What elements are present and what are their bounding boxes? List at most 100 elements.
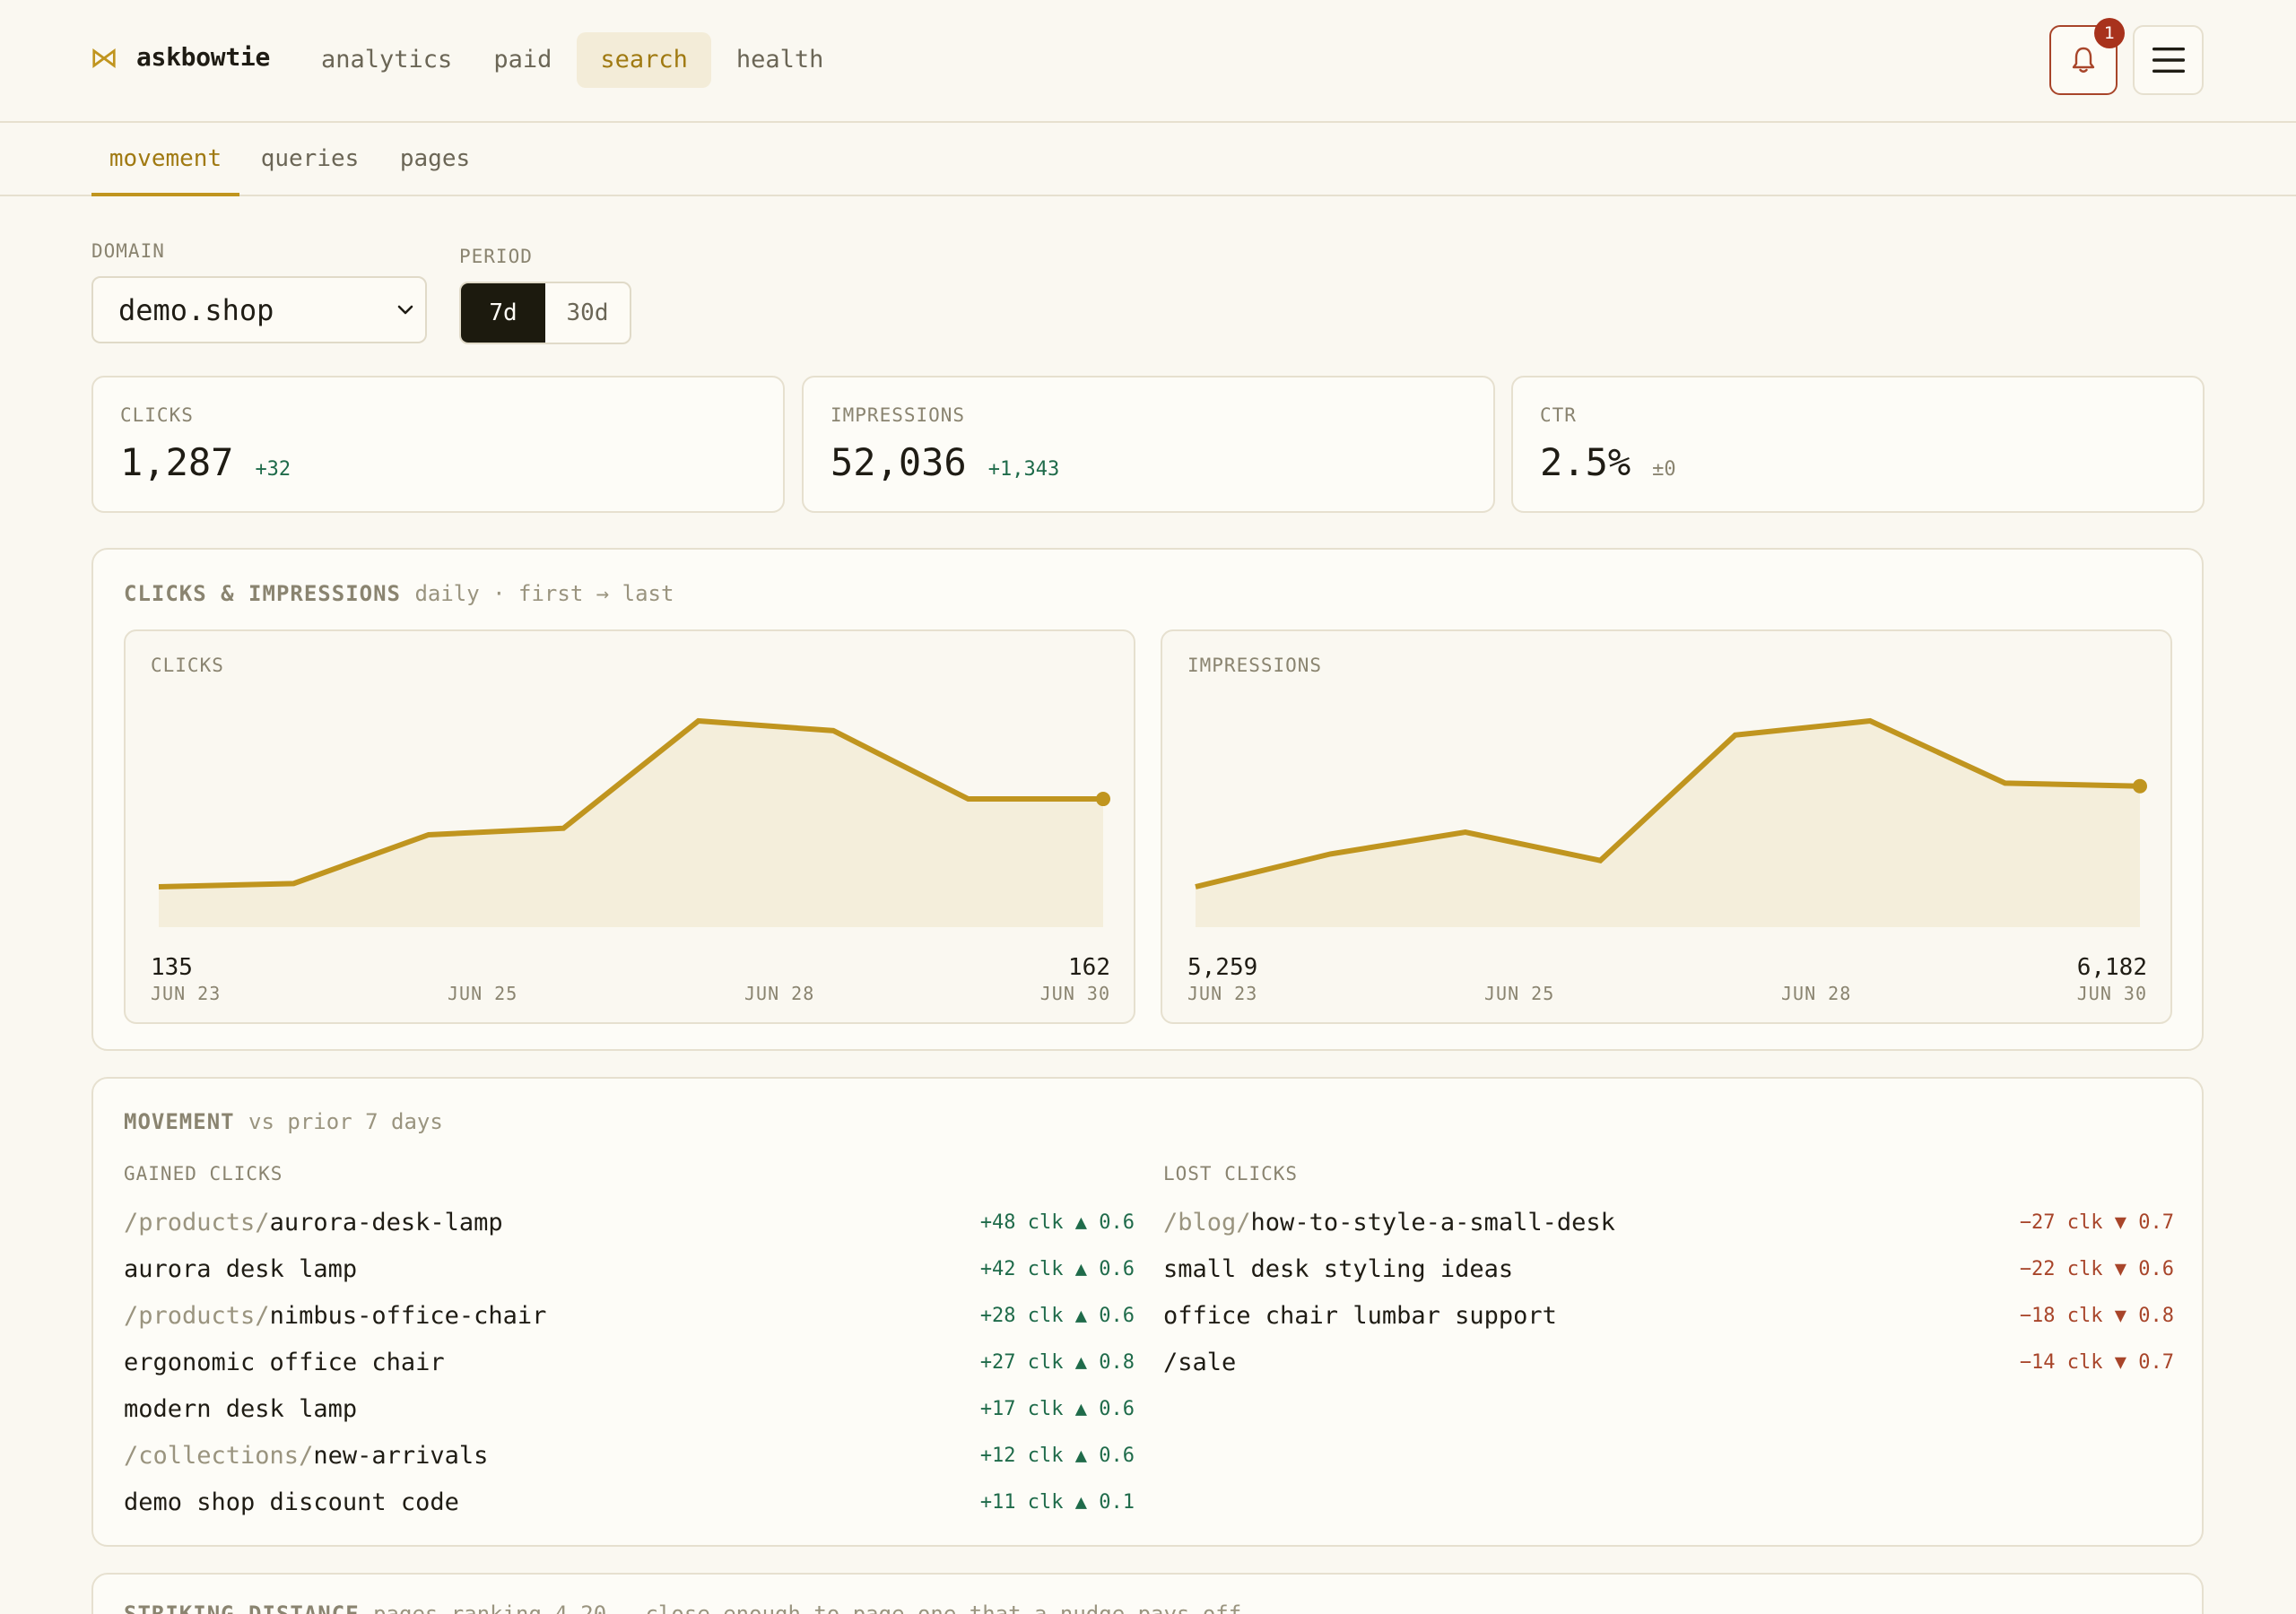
top-bar: ⋈ askbowtie analytics paid search health… xyxy=(0,0,2296,123)
kpi-label: CTR xyxy=(1540,404,1577,426)
notification-count-badge: 1 xyxy=(2094,18,2125,48)
panel-subtitle: daily · first → last xyxy=(414,581,674,606)
app-logo[interactable]: ⋈ askbowtie xyxy=(90,42,270,72)
first-value: 5,259 xyxy=(1187,954,1258,981)
movement-row[interactable]: modern desk lamp +17 clk ▲ 0.6 xyxy=(124,1385,1135,1432)
movement-row[interactable]: aurora desk lamp +42 clk ▲ 0.6 xyxy=(124,1245,1135,1292)
tab-movement[interactable]: movement xyxy=(91,125,239,196)
movement-panel-title: MOVEMENT vs prior 7 days xyxy=(124,1109,443,1134)
x-tick-label: JUN 28 xyxy=(1781,983,1852,1004)
period-label: PERIOD xyxy=(459,246,533,267)
row-name: new-arrivals xyxy=(313,1441,489,1470)
row-stat: +27 clk ▲ 0.8 xyxy=(979,1350,1135,1374)
clicks-chart: CLICKS 135 162 JUN 23 JUN 25 JUN 28 JUN … xyxy=(124,629,1135,1024)
row-stat: +28 clk ▲ 0.6 xyxy=(979,1304,1135,1327)
kpi-value: 1,287 xyxy=(120,440,234,484)
last-value: 6,182 xyxy=(2076,954,2147,981)
panel-title: STRIKING DISTANCE xyxy=(124,1601,360,1614)
row-name: modern desk lamp xyxy=(124,1394,358,1423)
panel-subtitle: pages ranking 4–20 — close enough to pag… xyxy=(373,1601,1242,1614)
sub-tabs: movement queries pages xyxy=(0,125,2296,196)
kpi-delta: ±0 xyxy=(1652,458,1676,481)
movement-row-label: aurora desk lamp xyxy=(124,1255,357,1283)
row-stat: +48 clk ▲ 0.6 xyxy=(979,1210,1135,1234)
tab-queries[interactable]: queries xyxy=(254,125,366,196)
movement-row[interactable]: small desk styling ideas −22 clk ▼ 0.6 xyxy=(1163,1245,2174,1292)
row-stat: +17 clk ▲ 0.6 xyxy=(979,1397,1135,1420)
movement-row[interactable]: /collections/new-arrivals +12 clk ▲ 0.6 xyxy=(124,1432,1135,1479)
area-fill xyxy=(159,721,1103,927)
x-tick-label: JUN 30 xyxy=(1039,983,1110,1004)
row-stat: +42 clk ▲ 0.6 xyxy=(979,1257,1135,1280)
kpi-card-clicks: CLICKS 1,287 +32 xyxy=(91,376,785,513)
menu-button[interactable] xyxy=(2133,25,2204,95)
bell-icon xyxy=(2072,47,2095,73)
movement-row[interactable]: /blog/how-to-style-a-small-desk −27 clk ▼… xyxy=(1163,1199,2174,1245)
last-value: 162 xyxy=(1068,954,1110,981)
kpi-label: IMPRESSIONS xyxy=(831,404,966,426)
movement-row-label: small desk styling ideas xyxy=(1163,1255,1513,1283)
chevron-down-icon xyxy=(397,305,413,314)
nav-item-paid[interactable]: paid xyxy=(477,32,568,88)
kpi-delta: +32 xyxy=(255,458,291,481)
kpi-delta: +1,343 xyxy=(987,458,1060,481)
movement-row-label: /collections/new-arrivals xyxy=(124,1442,488,1470)
movement-panel: MOVEMENT vs prior 7 days GAINED CLICKS L… xyxy=(91,1077,2204,1547)
row-stat: −22 clk ▼ 0.6 xyxy=(2019,1257,2174,1280)
movement-row[interactable]: office chair lumbar support −18 clk ▼ 0.8 xyxy=(1163,1292,2174,1339)
trend-panel: CLICKS & IMPRESSIONS daily · first → las… xyxy=(91,548,2204,1051)
trend-panel-title: CLICKS & IMPRESSIONS daily · first → las… xyxy=(124,581,674,606)
row-stat: −27 clk ▼ 0.7 xyxy=(2019,1210,2174,1234)
movement-row[interactable]: ergonomic office chair +27 clk ▲ 0.8 xyxy=(124,1339,1135,1385)
row-name: aurora-desk-lamp xyxy=(269,1208,503,1237)
kpi-value: 2.5% xyxy=(1540,440,1631,484)
movement-row[interactable]: /sale −14 clk ▼ 0.7 xyxy=(1163,1339,2174,1385)
row-stat: +11 clk ▲ 0.1 xyxy=(979,1490,1135,1514)
movement-row-label: demo shop discount code xyxy=(124,1488,459,1516)
path-prefix: /blog/ xyxy=(1163,1208,1251,1237)
x-tick-label: JUN 25 xyxy=(448,983,518,1004)
clicks-chart-plot xyxy=(158,717,1110,927)
period-30d-button[interactable]: 30d xyxy=(545,283,630,343)
last-point-marker xyxy=(2133,778,2147,794)
domain-selected-value: demo.shop xyxy=(118,292,274,327)
movement-row-label: /products/nimbus-office-chair xyxy=(124,1302,546,1330)
row-name: nimbus-office-chair xyxy=(269,1301,547,1330)
row-name: small desk styling ideas xyxy=(1163,1254,1514,1283)
nav-item-analytics[interactable]: analytics xyxy=(305,32,468,88)
last-point-marker xyxy=(1096,792,1110,807)
row-stat: −14 clk ▼ 0.7 xyxy=(2019,1350,2174,1374)
panel-title: MOVEMENT xyxy=(124,1109,235,1134)
area-fill xyxy=(1196,721,2140,927)
path-prefix: /collections/ xyxy=(124,1441,314,1470)
movement-row[interactable]: /products/nimbus-office-chair +28 clk ▲ 0… xyxy=(124,1292,1135,1339)
domain-label: DOMAIN xyxy=(91,240,165,262)
impressions-chart-plot xyxy=(1195,717,2147,927)
nav-item-search[interactable]: search xyxy=(577,32,711,88)
movement-row-label: /blog/how-to-style-a-small-desk xyxy=(1163,1209,1615,1237)
panel-subtitle: vs prior 7 days xyxy=(248,1109,443,1134)
nav-item-health[interactable]: health xyxy=(720,32,840,88)
panel-title: CLICKS & IMPRESSIONS xyxy=(124,581,401,606)
movement-row-label: ergonomic office chair xyxy=(124,1349,445,1376)
row-name: aurora desk lamp xyxy=(124,1254,358,1283)
row-stat: +12 clk ▲ 0.6 xyxy=(979,1444,1135,1467)
movement-row-label: /products/aurora-desk-lamp xyxy=(124,1209,503,1237)
impressions-chart: IMPRESSIONS 5,259 6,182 JUN 23 JUN 25 JU… xyxy=(1161,629,2172,1024)
app-name: askbowtie xyxy=(136,42,271,72)
tab-pages[interactable]: pages xyxy=(391,125,479,196)
row-name: demo shop discount code xyxy=(124,1488,459,1516)
movement-row[interactable]: /products/aurora-desk-lamp +48 clk ▲ 0.6 xyxy=(124,1199,1135,1245)
first-value: 135 xyxy=(151,954,193,981)
movement-row-label: modern desk lamp xyxy=(124,1395,357,1423)
row-name: office chair lumbar support xyxy=(1163,1301,1557,1330)
row-name: /sale xyxy=(1163,1348,1237,1376)
domain-select[interactable]: demo.shop xyxy=(91,276,427,343)
row-stat: −18 clk ▼ 0.8 xyxy=(2019,1304,2174,1327)
striking-distance-panel: STRIKING DISTANCE pages ranking 4–20 — c… xyxy=(91,1573,2204,1614)
main-nav: analytics paid search health xyxy=(305,32,839,88)
movement-row-label: office chair lumbar support xyxy=(1163,1302,1557,1330)
movement-row[interactable]: demo shop discount code +11 clk ▲ 0.1 xyxy=(124,1479,1135,1525)
movement-row-label: /sale xyxy=(1163,1349,1236,1376)
period-7d-button[interactable]: 7d xyxy=(461,283,545,343)
